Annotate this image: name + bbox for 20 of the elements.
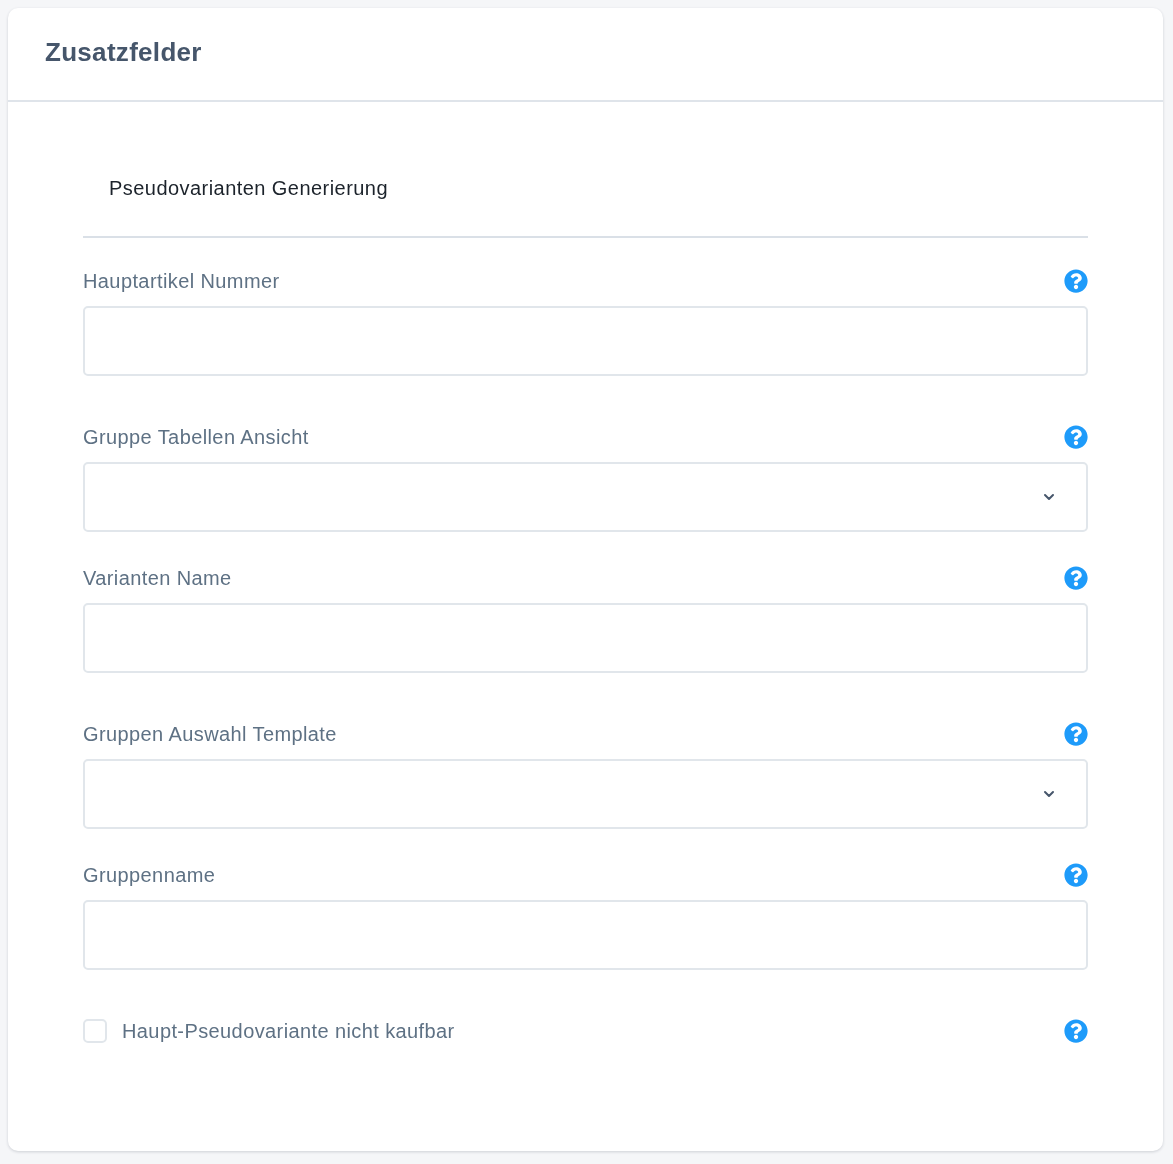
text-field[interactable] (83, 900, 1088, 970)
select-field[interactable] (83, 759, 1088, 829)
field-label: Gruppen Auswahl Template (83, 722, 337, 746)
text-field[interactable] (83, 603, 1088, 673)
text-field[interactable] (83, 306, 1088, 376)
card-title: Zusatzfelder (45, 35, 202, 68)
checkbox[interactable] (83, 1019, 107, 1043)
select-field[interactable] (83, 462, 1088, 532)
help-icon[interactable] (1064, 269, 1088, 293)
field-label: Gruppe Tabellen Ansicht (83, 425, 309, 449)
section-title: Pseudovarianten Generierung (109, 176, 388, 200)
field-label: Varianten Name (83, 566, 232, 590)
help-icon[interactable] (1064, 1019, 1088, 1043)
help-icon[interactable] (1064, 722, 1088, 746)
field-label: Hauptartikel Nummer (83, 269, 280, 293)
help-icon[interactable] (1064, 863, 1088, 887)
checkbox-label: Haupt-Pseudovariante nicht kaufbar (122, 1019, 456, 1043)
help-icon[interactable] (1064, 566, 1088, 590)
help-icon[interactable] (1064, 425, 1088, 449)
field-label: Gruppenname (83, 863, 216, 887)
